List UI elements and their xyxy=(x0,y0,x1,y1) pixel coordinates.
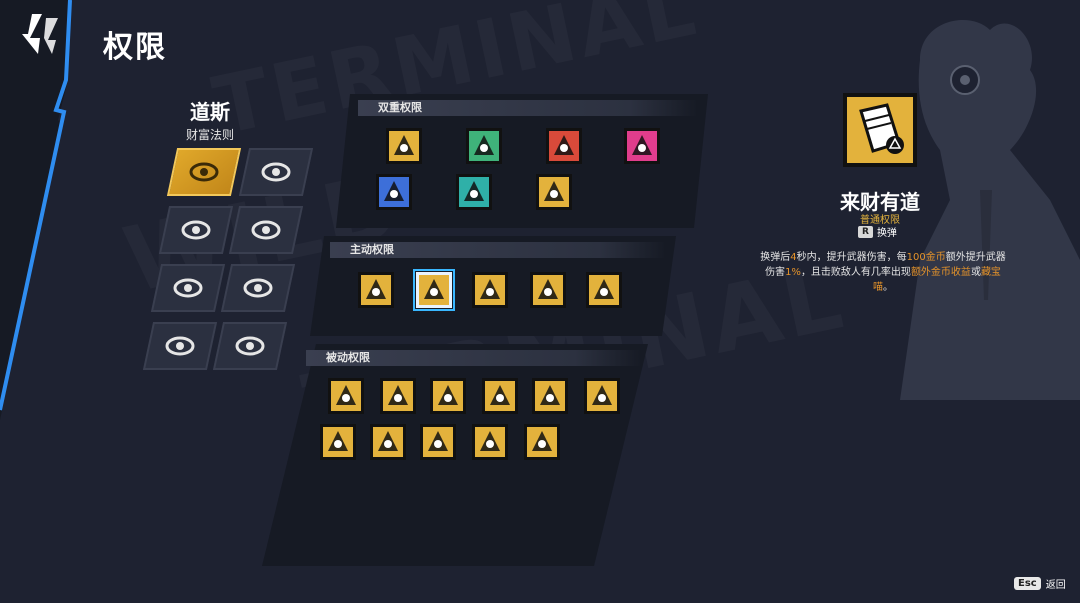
character-tile[interactable] xyxy=(158,206,234,254)
active-perk-tile[interactable] xyxy=(413,269,455,311)
active-perk-tile[interactable] xyxy=(358,272,394,308)
lightning-wing-icon xyxy=(251,220,281,240)
shell-burst-icon xyxy=(530,272,566,308)
key-binding: R 换弹 xyxy=(858,224,897,239)
coin-icon xyxy=(430,378,466,414)
phone-icon xyxy=(584,378,620,414)
gear-coin-icon xyxy=(420,424,456,460)
character-tile[interactable] xyxy=(142,322,218,370)
money-bag-icon xyxy=(482,378,518,414)
lightning-orb-icon xyxy=(261,162,291,182)
passive-perk-tile[interactable] xyxy=(320,424,356,460)
dual-section-header: 双重权限 xyxy=(358,100,698,116)
passive-perk-tile[interactable] xyxy=(584,378,620,414)
game-logo-icon xyxy=(22,14,58,54)
ring-orb-icon xyxy=(243,278,273,298)
gamepad-icon xyxy=(181,220,211,240)
teal-tree-icon xyxy=(456,174,492,210)
hand-coin-icon xyxy=(472,424,508,460)
passive-perk-tile[interactable] xyxy=(472,424,508,460)
passive-perk-tile[interactable] xyxy=(328,378,364,414)
key-cap: R xyxy=(858,225,873,238)
dual-perk-tile[interactable] xyxy=(386,128,422,164)
cash-icon xyxy=(586,272,622,308)
gear-badge-icon xyxy=(524,424,560,460)
active-perk-tile[interactable] xyxy=(586,272,622,308)
key-action: 换弹 xyxy=(876,228,897,239)
green-arrow-icon xyxy=(466,128,502,164)
passive-perk-tile[interactable] xyxy=(370,424,406,460)
passive-section-header: 被动权限 xyxy=(306,350,642,366)
eye-icon xyxy=(189,162,219,182)
side-stripe xyxy=(0,0,72,420)
passive-perk-tile[interactable] xyxy=(380,378,416,414)
page-title: 权限 xyxy=(103,30,167,65)
dual-perk-tile[interactable] xyxy=(456,174,492,210)
cart-icon xyxy=(380,378,416,414)
dual-perk-tile[interactable] xyxy=(536,174,572,210)
dual-perk-tile[interactable] xyxy=(466,128,502,164)
perk-description: 换弹后4秒内，提升武器伤害，每100金币额外提升武器伤害1%，且击败敌人有几率出… xyxy=(760,252,1006,293)
coin-pile-icon xyxy=(532,378,568,414)
character-name: 道斯 xyxy=(190,100,230,124)
dual-perk-tile[interactable] xyxy=(376,174,412,210)
ticket-icon xyxy=(416,272,452,308)
horned-mask-icon xyxy=(235,336,265,356)
passive-perk-tile[interactable] xyxy=(420,424,456,460)
passive-perk-tile[interactable] xyxy=(430,378,466,414)
character-subtitle: 财富法则 xyxy=(185,128,234,142)
ticket-icon xyxy=(843,93,917,167)
pink-triangle-icon xyxy=(624,128,660,164)
passive-perk-tile[interactable] xyxy=(524,424,560,460)
safe-icon xyxy=(370,424,406,460)
dual-perk-tile[interactable] xyxy=(546,128,582,164)
active-perk-tile[interactable] xyxy=(472,272,508,308)
blue-lightning-icon xyxy=(376,174,412,210)
dual-perk-tile[interactable] xyxy=(624,128,660,164)
owl-face-icon xyxy=(173,278,203,298)
dagger-icon xyxy=(358,272,394,308)
triangle-emblem-icon xyxy=(386,128,422,164)
character-tile[interactable] xyxy=(150,264,226,312)
active-section-header: 主动权限 xyxy=(330,242,666,258)
character-tile[interactable] xyxy=(166,148,242,196)
coin-stack-icon xyxy=(328,378,364,414)
fan-icon xyxy=(320,424,356,460)
passive-perk-tile[interactable] xyxy=(532,378,568,414)
character-tile[interactable] xyxy=(212,322,288,370)
back-button[interactable]: Esc 返回 xyxy=(1014,576,1066,591)
red-arrow-icon xyxy=(546,128,582,164)
back-label: 返回 xyxy=(1045,580,1066,591)
blue-gear-icon xyxy=(536,174,572,210)
character-tile[interactable] xyxy=(228,206,304,254)
esc-key: Esc xyxy=(1014,577,1041,590)
character-tile[interactable] xyxy=(238,148,314,196)
active-perk-tile[interactable] xyxy=(530,272,566,308)
cube-icon xyxy=(165,336,195,356)
wing-icon xyxy=(472,272,508,308)
passive-perk-tile[interactable] xyxy=(482,378,518,414)
character-tile[interactable] xyxy=(220,264,296,312)
